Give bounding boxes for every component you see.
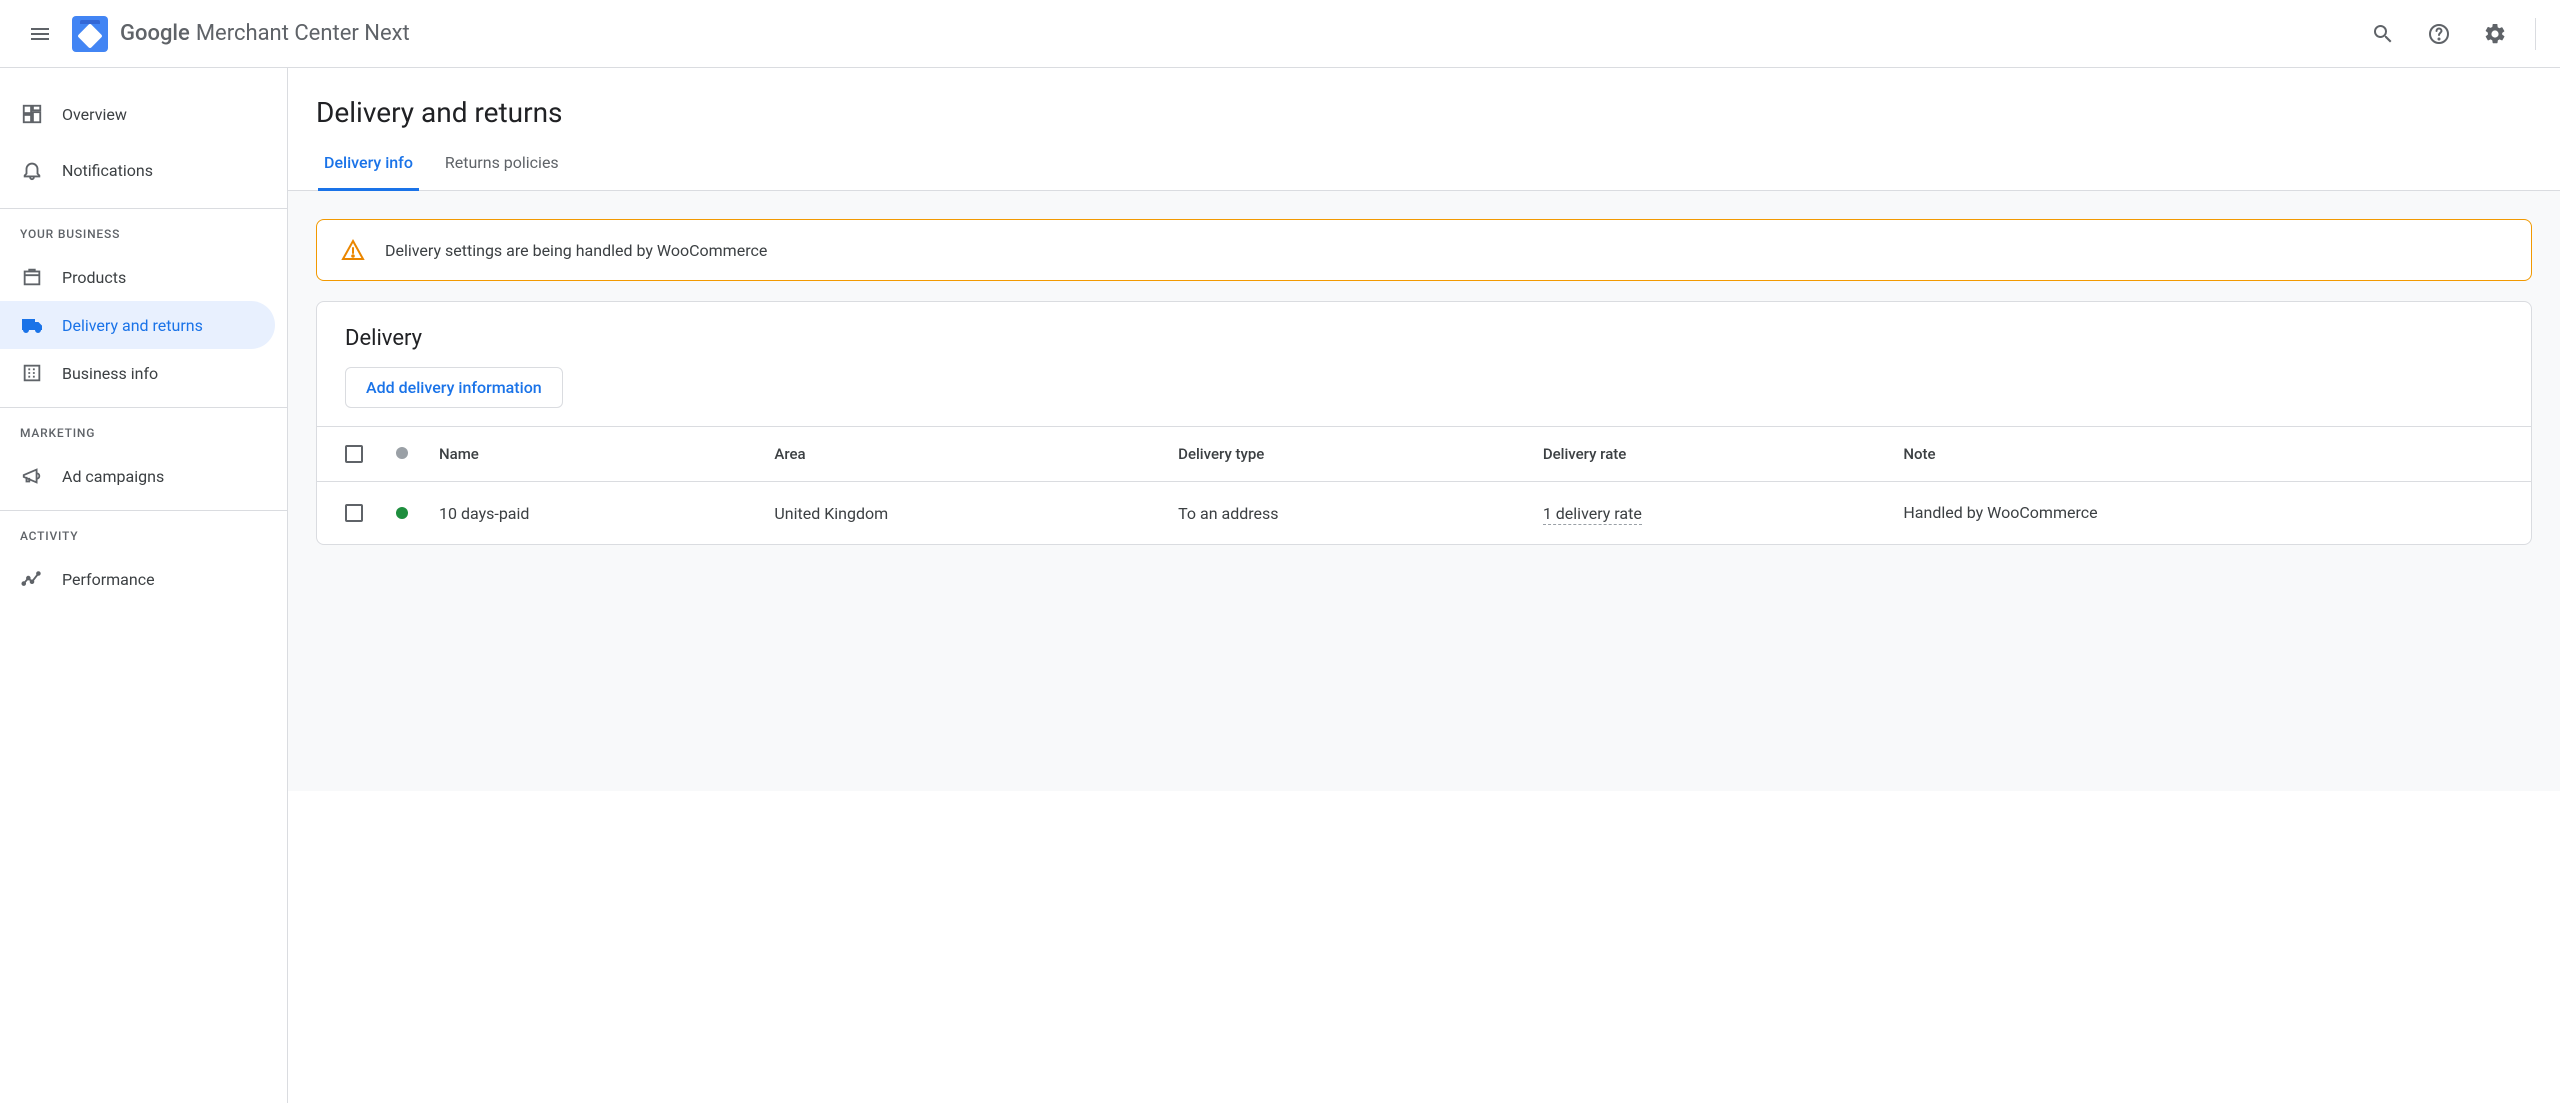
table-row[interactable]: 10 days-paid United Kingdom To an addres… (317, 482, 2531, 545)
column-status (377, 427, 427, 482)
help-icon (2427, 22, 2451, 46)
header-divider (2535, 18, 2536, 50)
status-dot-active (396, 507, 408, 519)
cell-name: 10 days-paid (427, 482, 762, 545)
sidebar-item-label: Business info (62, 364, 158, 383)
content-area: Delivery settings are being handled by W… (288, 191, 2560, 791)
tabs: Delivery info Returns policies (288, 137, 2560, 191)
sidebar-item-overview[interactable]: Overview (0, 86, 275, 142)
megaphone-icon (20, 464, 44, 488)
cell-area: United Kingdom (762, 482, 1166, 545)
sidebar: Overview Notifications YOUR BUSINESS Pro… (0, 68, 288, 1103)
sidebar-item-delivery-returns[interactable]: Delivery and returns (0, 301, 275, 349)
settings-button[interactable] (2471, 10, 2519, 58)
chart-line-icon (20, 567, 44, 591)
search-button[interactable] (2359, 10, 2407, 58)
select-all-checkbox[interactable] (345, 445, 363, 463)
sidebar-item-label: Overview (62, 105, 127, 124)
main-content: Delivery and returns Delivery info Retur… (288, 68, 2560, 1103)
column-note: Note (1891, 427, 2531, 482)
tag-icon (77, 23, 102, 48)
sidebar-item-notifications[interactable]: Notifications (0, 142, 275, 198)
header-actions (2359, 10, 2544, 58)
cell-delivery-type: To an address (1166, 482, 1531, 545)
tab-returns-policies[interactable]: Returns policies (439, 137, 565, 191)
sidebar-item-label: Performance (62, 570, 155, 589)
products-icon (20, 265, 44, 289)
column-delivery-rate: Delivery rate (1531, 427, 1892, 482)
add-delivery-button[interactable]: Add delivery information (345, 367, 563, 408)
search-icon (2371, 22, 2395, 46)
warning-icon (341, 238, 365, 262)
status-header-dot (396, 447, 408, 459)
cell-note: Handled by WooCommerce (1891, 482, 2531, 545)
sidebar-item-products[interactable]: Products (0, 253, 275, 301)
column-delivery-type: Delivery type (1166, 427, 1531, 482)
warning-alert: Delivery settings are being handled by W… (316, 219, 2532, 281)
alert-text: Delivery settings are being handled by W… (385, 241, 767, 260)
overview-icon (20, 102, 44, 126)
truck-icon (20, 313, 44, 337)
cell-delivery-rate: 1 delivery rate (1531, 482, 1892, 545)
sidebar-section-business: YOUR BUSINESS (0, 208, 287, 253)
page-title: Delivery and returns (288, 68, 2560, 137)
sidebar-item-label: Delivery and returns (62, 316, 203, 335)
tab-delivery-info[interactable]: Delivery info (318, 137, 419, 191)
gear-icon (2483, 22, 2507, 46)
sidebar-item-label: Ad campaigns (62, 467, 164, 486)
delivery-card: Delivery Add delivery information (316, 301, 2532, 545)
brand-product: Merchant Center Next (196, 21, 410, 46)
card-title: Delivery (317, 302, 2531, 367)
row-checkbox[interactable] (345, 504, 363, 522)
menu-button[interactable] (16, 10, 64, 58)
delivery-table: Name Area Delivery type Delivery rate No… (317, 426, 2531, 544)
sidebar-item-ad-campaigns[interactable]: Ad campaigns (0, 452, 275, 500)
brand-google: Google (120, 21, 190, 46)
column-name: Name (427, 427, 762, 482)
bell-icon (20, 158, 44, 182)
sidebar-item-performance[interactable]: Performance (0, 555, 275, 603)
column-area: Area (762, 427, 1166, 482)
brand-label: Google Merchant Center Next (120, 21, 410, 46)
app-logo (72, 16, 108, 52)
sidebar-section-marketing: MARKETING (0, 407, 287, 452)
app-header: Google Merchant Center Next (0, 0, 2560, 68)
sidebar-item-label: Notifications (62, 161, 153, 180)
help-button[interactable] (2415, 10, 2463, 58)
sidebar-section-activity: ACTIVITY (0, 510, 287, 555)
sidebar-item-label: Products (62, 268, 126, 287)
building-icon (20, 361, 44, 385)
hamburger-icon (28, 22, 52, 46)
column-select-all (317, 427, 377, 482)
sidebar-item-business-info[interactable]: Business info (0, 349, 275, 397)
